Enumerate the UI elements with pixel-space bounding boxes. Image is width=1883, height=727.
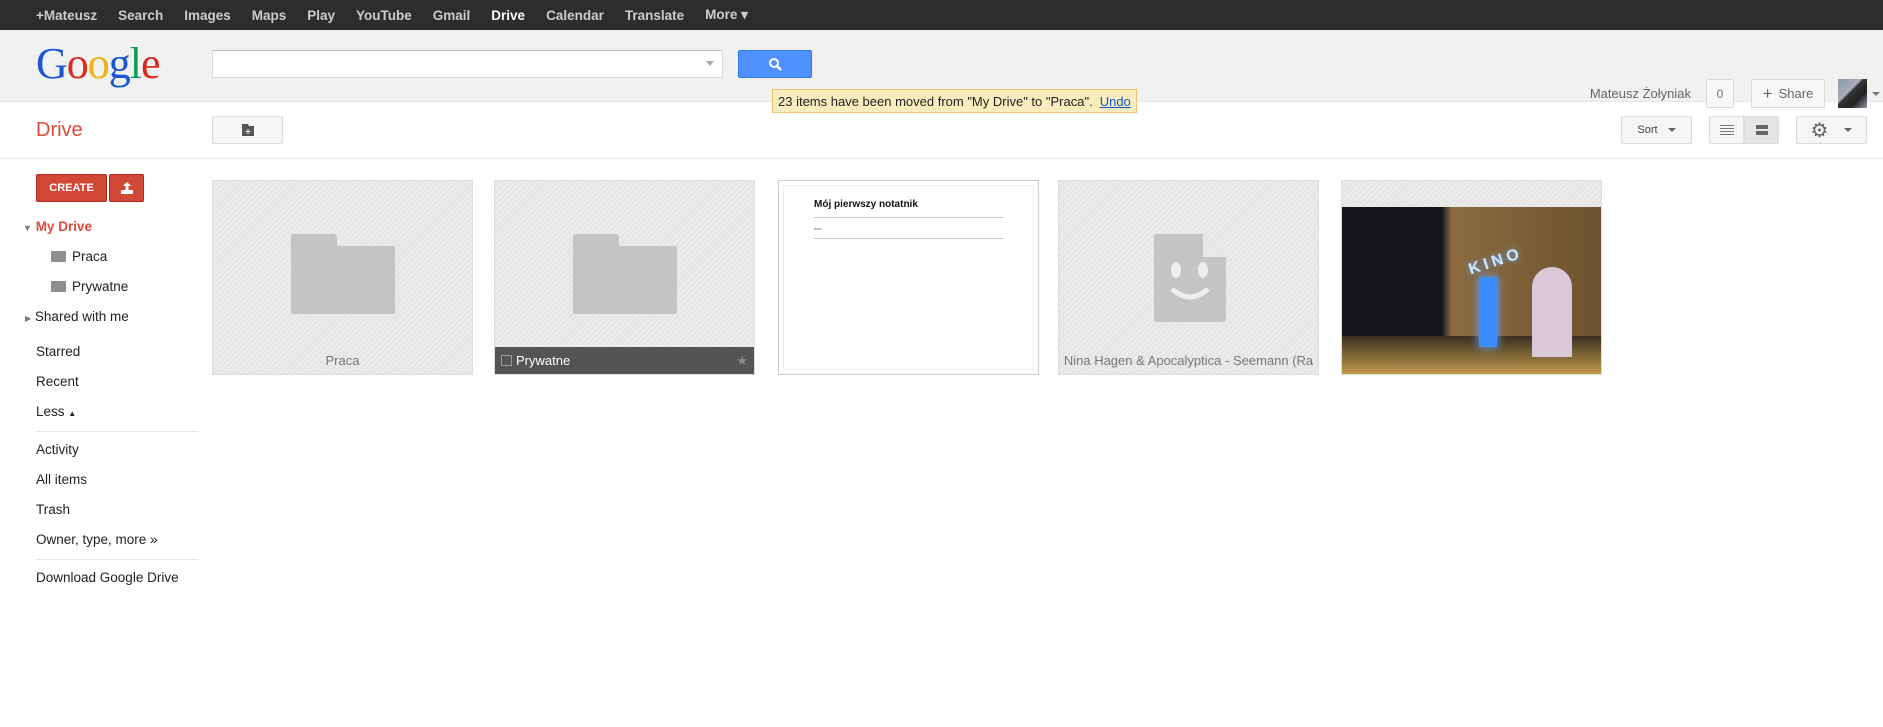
folder-icon bbox=[51, 281, 66, 292]
topbar-link-drive[interactable]: Drive bbox=[491, 8, 525, 23]
topbar-link-gmail[interactable]: Gmail bbox=[433, 8, 471, 23]
sort-button[interactable]: Sort bbox=[1621, 116, 1692, 144]
sidebar-item-owner-type-more[interactable]: Owner, type, more » bbox=[36, 532, 158, 547]
search-options-caret-icon[interactable] bbox=[706, 61, 714, 70]
sidebar-folder-prywatne[interactable]: Prywatne bbox=[51, 279, 128, 294]
unknown-file-smiley-icon bbox=[1154, 234, 1226, 322]
document-title: Mój pierwszy notatnik bbox=[814, 199, 918, 210]
grid-view-button[interactable] bbox=[1744, 116, 1779, 144]
sidebar-item-all-items[interactable]: All items bbox=[36, 472, 87, 487]
more-label: More bbox=[705, 7, 738, 22]
upload-icon bbox=[120, 182, 133, 194]
create-button[interactable]: CREATE bbox=[36, 174, 107, 202]
notifications-count[interactable]: 0 bbox=[1706, 79, 1734, 108]
expanded-triangle-icon: ▼ bbox=[23, 223, 32, 233]
file-name: Nina Hagen & Apocalyptica - Seemann (Ra bbox=[1063, 353, 1314, 368]
account-caret-icon[interactable] bbox=[1872, 92, 1880, 100]
share-button[interactable]: + Share bbox=[1751, 79, 1825, 108]
file-caption: Prywatne ★ bbox=[495, 347, 754, 374]
settings-button[interactable]: ⚙ bbox=[1796, 116, 1867, 144]
folder-icon bbox=[51, 251, 66, 262]
chevron-down-icon bbox=[1667, 128, 1676, 136]
shared-label: Shared with me bbox=[34, 309, 129, 324]
toast-message: 23 items have been moved from "My Drive"… bbox=[778, 93, 1093, 109]
topbar-link-translate[interactable]: Translate bbox=[625, 8, 684, 23]
image-sign-text: KINO bbox=[1466, 244, 1526, 279]
sidebar-folder-praca[interactable]: Praca bbox=[51, 249, 107, 264]
folder-icon bbox=[291, 234, 395, 314]
sidebar-item-trash[interactable]: Trash bbox=[36, 502, 70, 517]
plus-icon: + bbox=[1762, 83, 1773, 103]
collapsed-triangle-icon: ▶ bbox=[25, 314, 32, 323]
caret-up-icon: ▲ bbox=[68, 409, 77, 418]
app-title[interactable]: Drive bbox=[36, 119, 83, 142]
list-view-button[interactable] bbox=[1709, 116, 1744, 144]
sidebar-divider bbox=[36, 431, 198, 432]
chevron-down-icon bbox=[1844, 128, 1853, 136]
sidebar-item-shared[interactable]: ▶ Shared with me bbox=[25, 309, 129, 324]
folder-label: Prywatne bbox=[72, 279, 129, 294]
file-tile-prywatne[interactable]: Prywatne ★ bbox=[494, 180, 755, 375]
file-name: Praca bbox=[325, 353, 360, 368]
topbar-link-play[interactable]: Play bbox=[307, 8, 335, 23]
less-label: Less bbox=[36, 404, 65, 419]
document-rule bbox=[814, 238, 1004, 239]
new-folder-icon bbox=[241, 124, 254, 136]
user-name[interactable]: Mateusz Żołyniak bbox=[1590, 86, 1691, 101]
document-rule bbox=[814, 217, 1004, 218]
search-input[interactable] bbox=[212, 50, 723, 78]
topbar-link-images[interactable]: Images bbox=[184, 8, 231, 23]
select-checkbox[interactable] bbox=[501, 355, 512, 366]
file-tile-praca[interactable]: Praca bbox=[212, 180, 473, 375]
document-preview-text: data bbox=[814, 226, 822, 231]
file-tile-audio[interactable]: Nina Hagen & Apocalyptica - Seemann (Ra bbox=[1058, 180, 1319, 375]
search-button[interactable] bbox=[738, 50, 812, 78]
sidebar-divider bbox=[36, 559, 198, 560]
file-name: Prywatne bbox=[516, 353, 571, 368]
file-tile-image[interactable]: KINO bbox=[1341, 180, 1602, 375]
undo-link[interactable]: Undo bbox=[1100, 94, 1131, 109]
google-bar: +Mateusz Search Images Maps Play YouTube… bbox=[0, 0, 1883, 30]
image-thumbnail: KINO bbox=[1342, 207, 1601, 374]
sort-label: Sort bbox=[1637, 124, 1658, 136]
topbar-link-search[interactable]: Search bbox=[118, 8, 163, 23]
upload-button[interactable] bbox=[109, 174, 144, 202]
topbar-link-youtube[interactable]: YouTube bbox=[356, 8, 412, 23]
sidebar-item-recent[interactable]: Recent bbox=[36, 374, 79, 389]
file-tile-document[interactable]: Mój pierwszy notatnik data bbox=[778, 180, 1039, 375]
new-folder-button[interactable] bbox=[212, 116, 283, 144]
view-toggle bbox=[1709, 116, 1779, 144]
sidebar-item-activity[interactable]: Activity bbox=[36, 442, 79, 457]
star-icon[interactable]: ★ bbox=[736, 347, 748, 374]
download-google-drive-link[interactable]: Download Google Drive bbox=[36, 570, 179, 585]
list-icon bbox=[1719, 125, 1734, 135]
avatar[interactable] bbox=[1838, 79, 1867, 108]
topbar-link-plus[interactable]: +Mateusz bbox=[36, 8, 97, 23]
grid-icon bbox=[1755, 125, 1768, 135]
search-icon bbox=[769, 58, 782, 71]
folder-icon bbox=[573, 234, 677, 314]
sidebar-item-my-drive[interactable]: ▼ My Drive bbox=[23, 219, 92, 234]
topbar-link-more[interactable]: More ▾ bbox=[705, 7, 748, 23]
sidebar-less-toggle[interactable]: Less ▲ bbox=[36, 404, 76, 419]
folder-label: Praca bbox=[72, 249, 108, 264]
sidebar-item-starred[interactable]: Starred bbox=[36, 344, 80, 359]
topbar-link-calendar[interactable]: Calendar bbox=[546, 8, 604, 23]
share-label: Share bbox=[1778, 86, 1814, 101]
divider bbox=[0, 158, 1883, 159]
google-logo[interactable]: Google bbox=[36, 42, 161, 86]
notification-toast: 23 items have been moved from "My Drive"… bbox=[772, 89, 1137, 113]
gear-icon: ⚙ bbox=[1810, 119, 1829, 142]
topbar-link-maps[interactable]: Maps bbox=[252, 8, 287, 23]
my-drive-label: My Drive bbox=[35, 219, 92, 234]
